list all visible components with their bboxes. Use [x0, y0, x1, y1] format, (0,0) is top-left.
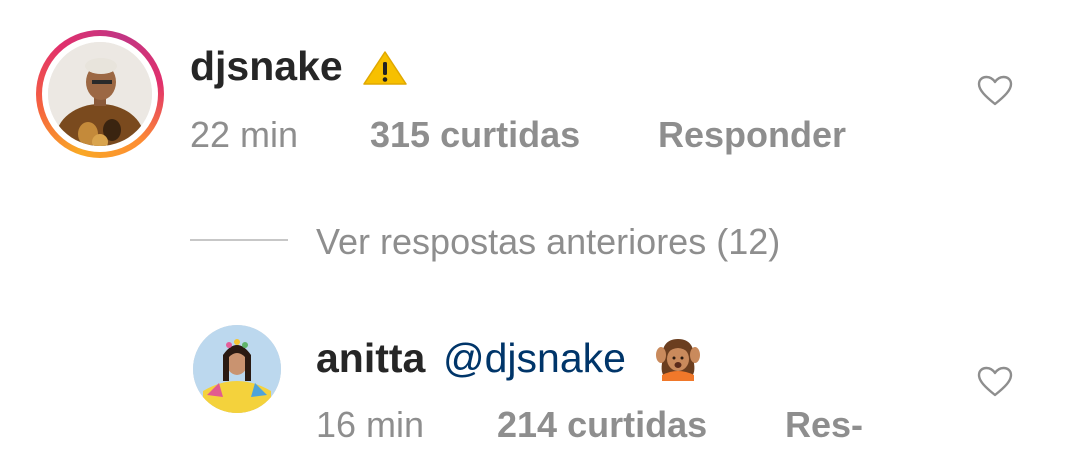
- reply-button[interactable]: Res-: [785, 407, 863, 443]
- comment-timestamp: 22 min: [190, 114, 299, 155]
- comment-timestamp: 16 min: [316, 404, 425, 445]
- replies-divider: [190, 239, 288, 241]
- warning-icon: [363, 51, 407, 85]
- heart-outline-icon[interactable]: [977, 75, 1013, 107]
- comment-likes-count[interactable]: 214 curtidas: [497, 407, 707, 443]
- comment-username[interactable]: anitta: [316, 338, 425, 379]
- avatar-story-ring[interactable]: [36, 30, 164, 158]
- view-previous-replies-button[interactable]: Ver respostas anteriores (12): [316, 224, 780, 260]
- user-mention-link[interactable]: @djsnake: [443, 338, 626, 379]
- comment-username[interactable]: djsnake: [190, 46, 343, 87]
- woman-raising-hands-emoji-icon: [656, 339, 700, 381]
- reply-button[interactable]: Responder: [658, 117, 846, 153]
- heart-outline-icon[interactable]: [977, 366, 1013, 398]
- comment-likes-count[interactable]: 315 curtidas: [370, 117, 580, 153]
- avatar-anitta[interactable]: [193, 325, 281, 413]
- avatar-djsnake[interactable]: [48, 42, 152, 146]
